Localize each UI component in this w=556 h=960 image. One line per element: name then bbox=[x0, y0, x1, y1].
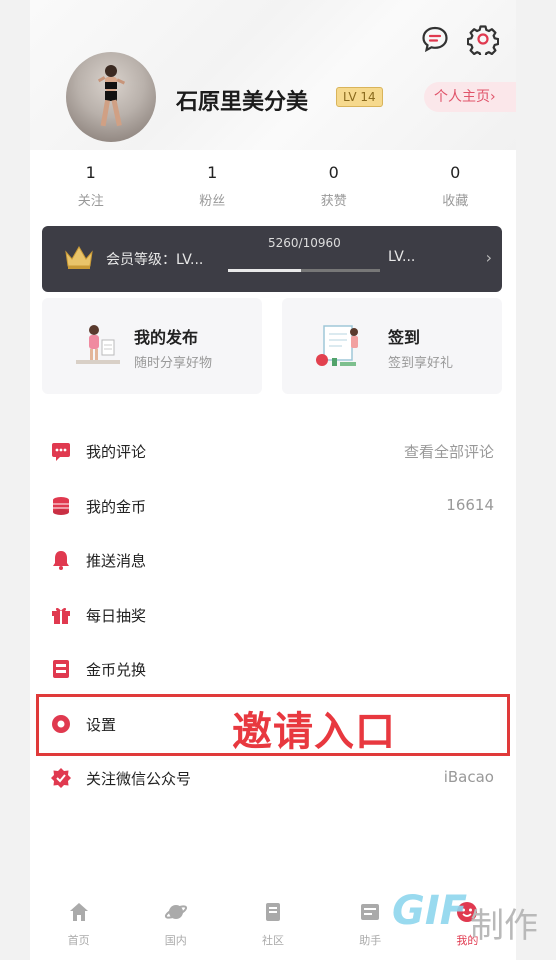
home-icon bbox=[69, 903, 88, 921]
tab-label: 社区 bbox=[262, 934, 284, 947]
menu-label: 关注微信公众号 bbox=[86, 770, 192, 788]
stat-number: 0 bbox=[450, 163, 461, 182]
member-progress-text: 5260/10960 bbox=[268, 236, 341, 250]
stats-row: 1 关注 1 粉丝 0 获赞 0 收藏 bbox=[30, 158, 516, 209]
profile-screen: 石原里美分美 LV 14 个人主页› 1 关注 1 粉丝 0 获赞 0 收藏 会… bbox=[30, 0, 516, 960]
member-level-label: 会员等级：LV... bbox=[106, 252, 204, 268]
menu-item-push[interactable]: 推送消息 bbox=[30, 533, 516, 588]
crown-icon bbox=[65, 246, 93, 269]
make-watermark: 制作 bbox=[470, 906, 538, 946]
wechat-badge-icon bbox=[51, 768, 71, 788]
stat-following[interactable]: 1 关注 bbox=[30, 158, 152, 209]
menu-label: 每日抽奖 bbox=[86, 606, 147, 625]
quick-cards: 我的发布 随时分享好物 签到 签到享好礼 bbox=[42, 298, 502, 394]
menu-item-comments[interactable]: 我的评论 查看全部评论 bbox=[30, 424, 516, 479]
menu-item-wechat[interactable]: 关注微信公众号 iBacao bbox=[30, 751, 516, 806]
avatar[interactable] bbox=[66, 52, 156, 142]
card-subtitle: 随时分享好物 bbox=[134, 356, 213, 371]
tab-home[interactable]: 首页 bbox=[30, 892, 127, 960]
tab-domestic[interactable]: 国内 bbox=[127, 892, 224, 960]
posting-illustration-icon bbox=[76, 325, 120, 364]
card-subtitle: 签到享好礼 bbox=[388, 356, 454, 371]
bell-icon bbox=[53, 551, 69, 570]
member-progress-fill bbox=[228, 269, 301, 272]
card-title: 我的发布 bbox=[134, 328, 199, 347]
tab-label: 助手 bbox=[359, 934, 382, 947]
member-progress-bar bbox=[228, 269, 380, 272]
stat-followers[interactable]: 1 粉丝 bbox=[152, 158, 274, 209]
stat-label: 获赞 bbox=[320, 194, 347, 209]
level-badge: LV 14 bbox=[336, 87, 383, 107]
menu-label: 金币兑换 bbox=[86, 661, 147, 679]
stat-label: 关注 bbox=[77, 194, 104, 209]
card-title: 签到 bbox=[388, 328, 421, 347]
coin-icon bbox=[53, 496, 69, 515]
username: 石原里美分美 bbox=[176, 90, 309, 115]
next-level-label: LV... bbox=[388, 249, 416, 265]
assistant-icon bbox=[361, 904, 380, 920]
comment-icon bbox=[52, 443, 70, 461]
gift-icon bbox=[52, 607, 70, 624]
stat-likes[interactable]: 0 获赞 bbox=[273, 158, 395, 209]
message-icon[interactable] bbox=[418, 22, 452, 56]
menu-value: iBacao bbox=[443, 768, 494, 786]
stat-label: 收藏 bbox=[442, 194, 469, 209]
menu-label: 我的评论 bbox=[86, 443, 147, 461]
menu-item-coins[interactable]: 我的金币 16614 bbox=[30, 479, 516, 534]
menu-value: 16614 bbox=[446, 495, 494, 514]
tab-community[interactable]: 社区 bbox=[224, 892, 321, 960]
stat-number: 1 bbox=[207, 163, 218, 182]
planet-icon bbox=[164, 905, 187, 919]
exchange-icon bbox=[53, 660, 69, 678]
menu-value: 查看全部评论 bbox=[403, 443, 494, 461]
menu-label: 推送消息 bbox=[86, 552, 147, 570]
invite-entry-annotation: 邀请入口 bbox=[232, 709, 396, 755]
my-posts-card[interactable]: 我的发布 随时分享好物 bbox=[42, 298, 262, 394]
member-level-banner[interactable]: 会员等级：LV... 5260/10960 LV... › bbox=[42, 226, 502, 292]
community-icon bbox=[266, 903, 280, 921]
stat-number: 0 bbox=[328, 163, 339, 182]
gear-icon[interactable] bbox=[466, 22, 500, 56]
menu-label: 我的金币 bbox=[86, 497, 147, 516]
menu-item-exchange[interactable]: 金币兑换 bbox=[30, 642, 516, 697]
chevron-right-icon: › bbox=[485, 248, 492, 267]
stat-label: 粉丝 bbox=[199, 194, 226, 209]
check-in-illustration-icon bbox=[316, 325, 358, 366]
tab-label: 国内 bbox=[164, 934, 187, 947]
gif-watermark: GIF bbox=[392, 888, 468, 934]
top-icons bbox=[418, 22, 500, 56]
menu-item-lottery[interactable]: 每日抽奖 bbox=[30, 588, 516, 643]
stat-favorites[interactable]: 0 收藏 bbox=[395, 158, 517, 209]
athlete-figure-icon bbox=[97, 65, 126, 127]
stat-number: 1 bbox=[85, 163, 96, 182]
check-in-card[interactable]: 签到 签到享好礼 bbox=[282, 298, 502, 394]
tab-label: 首页 bbox=[67, 934, 90, 947]
personal-homepage-button[interactable]: 个人主页› bbox=[424, 82, 516, 112]
